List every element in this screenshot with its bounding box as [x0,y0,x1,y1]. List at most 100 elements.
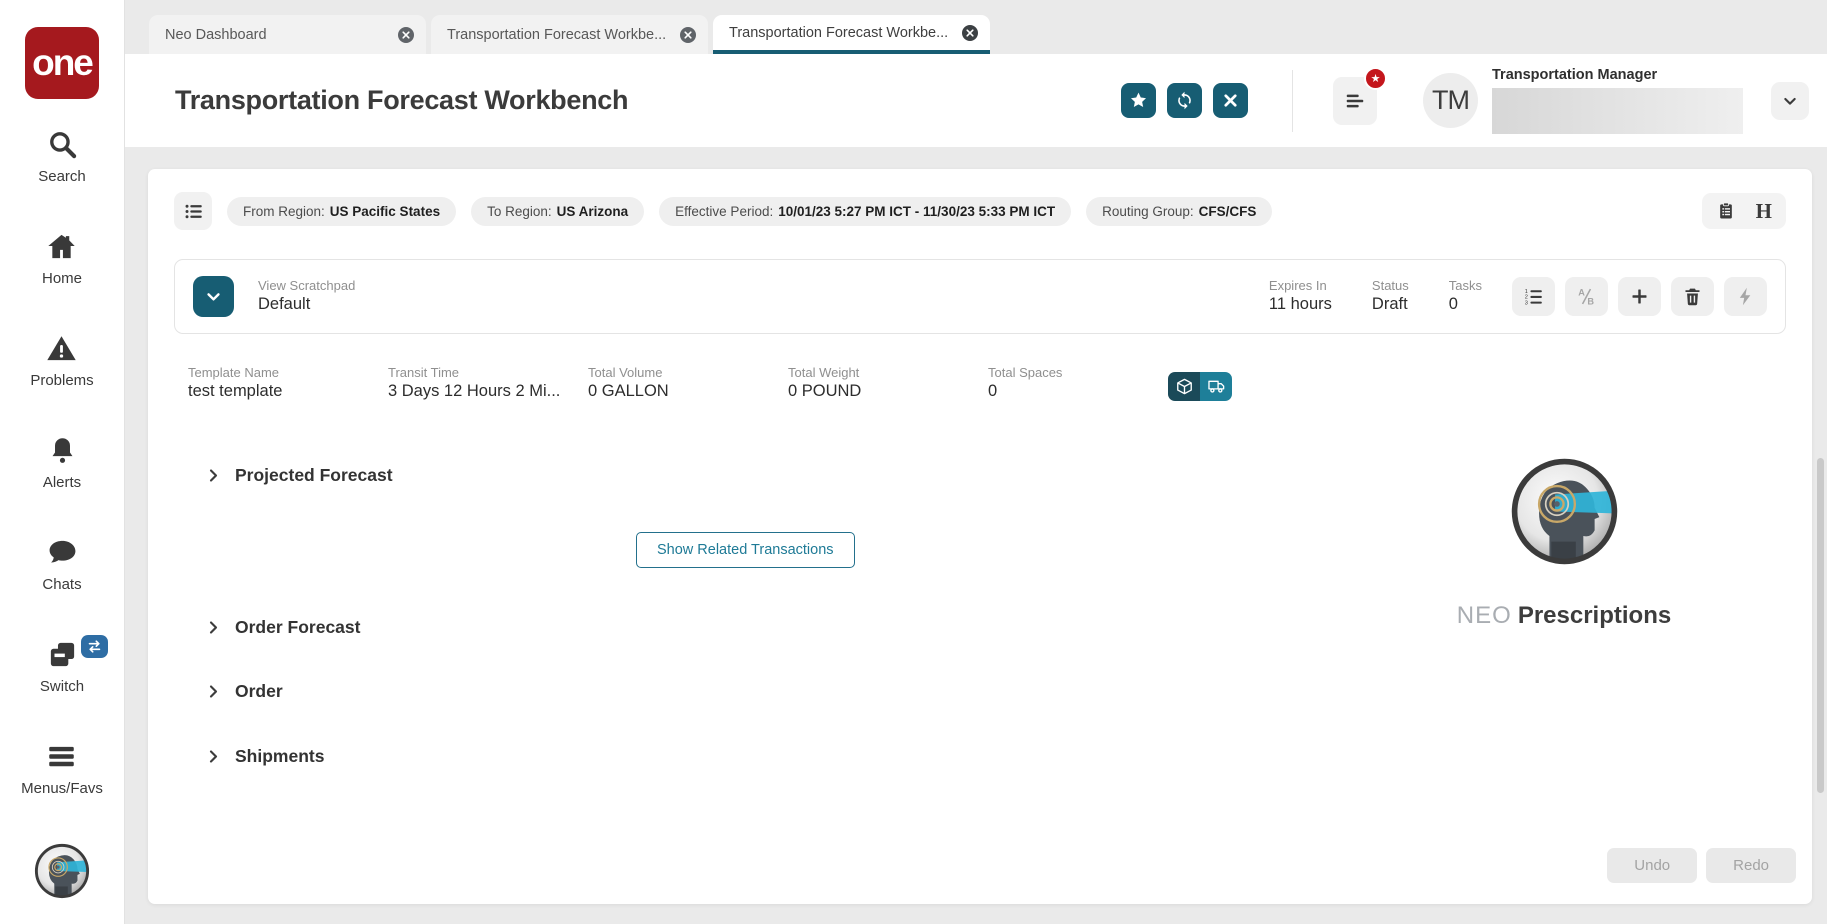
stat-label: Tasks [1448,277,1482,293]
pill-label: From Region: [243,203,325,219]
favorite-button[interactable] [1121,83,1156,118]
redo-button[interactable]: Redo [1706,848,1796,883]
scratchpad-selector[interactable]: View Scratchpad Default [258,278,355,316]
trash-icon [1685,288,1700,306]
app-root: one Search Home Problems Alerts Chats Sw… [0,0,1827,924]
summary-value: 0 GALLON [588,382,669,401]
header-actions: ★ TM Transportation Manager [1110,66,1809,134]
clipboard-button[interactable] [1716,201,1736,221]
close-icon[interactable] [680,26,696,43]
section-title: Order Forecast [235,616,361,637]
delete-button[interactable] [1671,277,1714,316]
stat-value: Draft [1371,294,1408,313]
summary-label: Total Spaces [988,365,1063,380]
tab-neo-dashboard[interactable]: Neo Dashboard [149,15,426,54]
close-workbench-button[interactable] [1213,83,1248,118]
neo-robot-image[interactable] [1508,455,1621,568]
volume-mode-toggle[interactable] [1168,372,1232,401]
warning-icon [46,333,77,369]
scratchpad-actions: 123 AB [1512,277,1767,316]
one-network-logo[interactable]: one [25,27,99,99]
chevron-down-icon [207,293,220,301]
tab-label: Neo Dashboard [165,26,267,43]
neo-robot-avatar-image [34,843,90,899]
scratchpad-panel: View Scratchpad Default Expires In 11 ho… [174,259,1786,334]
sidebar-label: Home [41,270,82,287]
chevron-down-icon [1784,97,1796,105]
scratchpad-stats: Expires In 11 hours Status Draft Tasks 0 [1269,278,1482,316]
close-icon[interactable] [398,26,414,43]
package-mode-segment[interactable] [1168,372,1200,401]
package-icon [1176,378,1192,395]
pill-label: Routing Group: [1102,203,1194,219]
sidebar-item-problems[interactable]: Problems [30,333,94,389]
summary-label: Template Name [188,365,280,380]
summary-value: 3 Days 12 Hours 2 Mi... [388,382,561,401]
user-menu-chevron-button[interactable] [1771,81,1809,120]
tab-transportation-forecast-1[interactable]: Transportation Forecast Workbe... [431,15,708,54]
svg-text:3: 3 [1525,300,1528,306]
neo-title-text: Prescriptions [1517,602,1672,629]
notifications-menu-button[interactable]: ★ [1333,66,1387,125]
neo-brand-text: NEO [1456,602,1512,629]
summary-value: test template [188,382,283,401]
sidebar-label: Alerts [42,474,82,491]
chevron-right-icon [209,469,218,482]
filter-pill-effective-period[interactable]: Effective Period: 10/01/23 5:27 PM ICT - … [659,196,1072,226]
a-b-compare-icon: AB [1578,288,1594,307]
vertical-scrollbar[interactable] [1817,458,1824,793]
section-title: Shipments [235,745,325,766]
scratchpad-value: Default [258,294,311,313]
stat-value: 11 hours [1268,294,1332,313]
user-initials-avatar[interactable]: TM [1423,73,1478,128]
user-role: Transportation Manager [1492,67,1658,83]
filter-list-button[interactable] [174,192,212,230]
undo-button[interactable]: Undo [1607,848,1698,883]
filter-pill-to-region[interactable]: To Region: US Arizona [471,196,645,226]
star-icon [1130,92,1147,107]
sidebar-label: Search [38,168,86,185]
show-related-transactions-button[interactable]: Show Related Transactions [636,531,855,568]
hamburger-icon [1346,94,1364,107]
scratchpad-expand-button[interactable] [193,276,234,317]
ordered-list-icon: 123 [1525,289,1542,306]
sidebar-item-home[interactable]: Home [42,231,82,287]
refresh-button[interactable] [1167,83,1202,118]
scratchpad-label: View Scratchpad [258,277,356,293]
section-order[interactable]: Order [206,681,1786,702]
history-button[interactable]: H [1756,201,1772,222]
add-button[interactable] [1618,277,1661,316]
page-title: Transportation Forecast Workbench [175,85,629,115]
pill-value: CFS/CFS [1198,203,1257,219]
undo-redo-bar: Undo Redo [1607,848,1796,883]
sidebar-item-chats[interactable]: Chats [42,537,82,593]
summary-label: Transit Time [388,365,460,380]
neo-prescriptions-widget[interactable]: NEO Prescriptions [1444,455,1684,630]
filter-pill-routing-group[interactable]: Routing Group: CFS/CFS [1086,196,1273,226]
star-badge: ★ [1364,66,1387,90]
run-actions-button[interactable] [1724,277,1767,316]
workbench-card: From Region: US Pacific States To Region:… [148,169,1812,904]
refresh-icon [1178,91,1191,110]
compare-ab-button[interactable]: AB [1565,277,1608,316]
user-initials: TM [1432,85,1470,115]
user-info: Transportation Manager [1492,67,1743,134]
swap-arrows-icon [88,640,101,653]
filter-pill-from-region[interactable]: From Region: US Pacific States [227,196,457,226]
truck-icon [1207,380,1224,393]
section-shipments[interactable]: Shipments [206,746,1786,767]
main-area: Neo Dashboard Transportation Forecast Wo… [125,0,1827,924]
switch-swap-badge[interactable] [81,635,109,658]
sidebar-item-menus-favs[interactable]: Menus/Favs [21,741,103,797]
truck-mode-segment[interactable] [1200,372,1232,401]
neo-user-avatar[interactable] [33,842,91,900]
sidebar-item-switch[interactable]: Switch [40,635,109,695]
close-icon[interactable] [962,24,978,41]
sidebar-item-search[interactable]: Search [38,129,86,185]
page-header: Transportation Forecast Workbench ★ TM T… [125,54,1827,147]
ordered-list-button[interactable]: 123 [1512,277,1555,316]
summary-label: Total Volume [588,365,663,380]
tab-transportation-forecast-2-active[interactable]: Transportation Forecast Workbe... [713,15,990,54]
neo-robot-image-svg [1511,458,1617,565]
sidebar-item-alerts[interactable]: Alerts [43,435,81,491]
